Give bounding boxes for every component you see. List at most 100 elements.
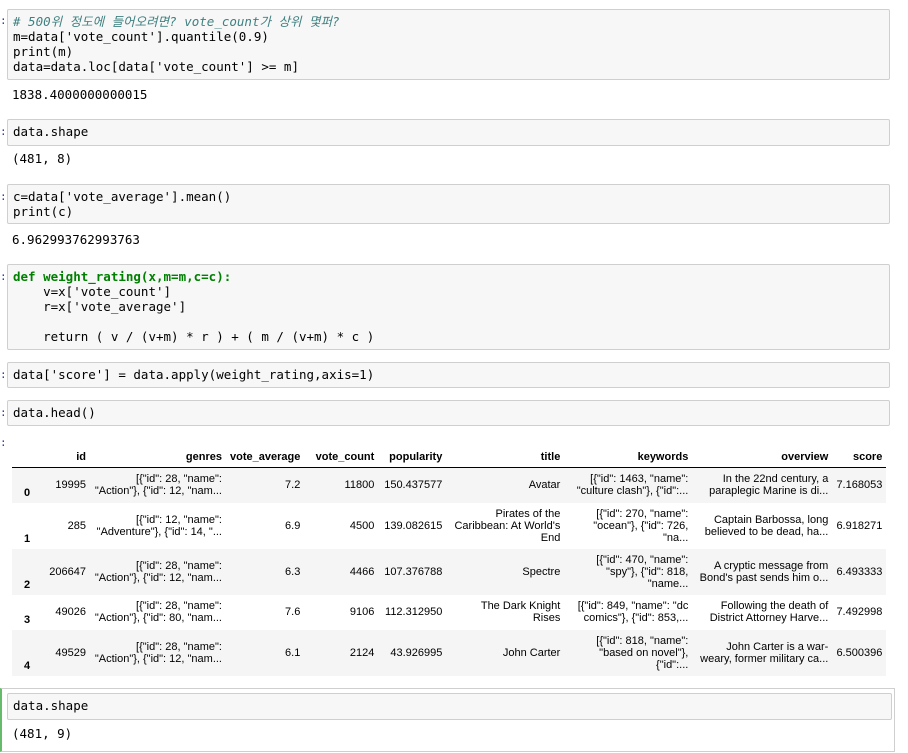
cell-vote-average: 7.6 bbox=[285, 606, 301, 618]
code-input[interactable]: # 500위 정도에 들어오려면? vote_count가 상위 몇퍼? m=d… bbox=[7, 9, 890, 80]
cell-title: Spectre bbox=[522, 565, 561, 578]
column-header-overview: overview bbox=[692, 441, 833, 468]
code-cell-shape-selected[interactable]: data.shape (481, 9) bbox=[0, 688, 895, 752]
cell-score: 6.918271 bbox=[836, 519, 883, 532]
cell-popularity: 139.082615 bbox=[384, 519, 443, 532]
cell-vote-count: 11800 bbox=[344, 479, 375, 492]
code-input[interactable]: data.head() bbox=[7, 400, 890, 426]
cell-genres: [{"id": 28, "name": "Action"}, {"id": 12… bbox=[94, 473, 222, 498]
cell-genres: [{"id": 28, "name": "Action"}, {"id": 12… bbox=[94, 559, 222, 584]
cell-popularity: 107.376788 bbox=[384, 565, 443, 578]
column-header-vote-count: vote_count bbox=[304, 441, 379, 468]
row-index: 2 bbox=[23, 578, 31, 591]
column-header-title: title bbox=[446, 441, 565, 468]
table-row: 0 19995 [{"id": 28, "name": "Action"}, {… bbox=[12, 467, 887, 503]
table-row: 4 49529 [{"id": 28, "name": "Action"}, {… bbox=[12, 629, 887, 676]
cell-score: 7.168053 bbox=[836, 479, 883, 492]
cell-id: 19995 bbox=[55, 479, 86, 492]
cell-vote-average: 6.3 bbox=[285, 565, 301, 578]
cell-vote-average: 7.2 bbox=[285, 479, 301, 492]
cell-vote-count: 4500 bbox=[349, 519, 375, 532]
cell-genres: [{"id": 28, "name": "Action"}, {"id": 12… bbox=[94, 640, 222, 665]
cell-keywords: [{"id": 470, "name": "spy"}, {"id": 818,… bbox=[596, 553, 689, 590]
cell-prompt-marker: : bbox=[0, 406, 7, 419]
table-row: 2 206647 [{"id": 28, "name": "Action"}, … bbox=[12, 548, 887, 595]
code-input[interactable]: def weight_rating(x,m=m,c=c): v=x['vote_… bbox=[7, 264, 890, 350]
code-line: print(m) bbox=[13, 44, 74, 59]
row-index: 0 bbox=[23, 486, 31, 499]
cell-overview: In the 22nd century, a paraplegic Marine… bbox=[709, 473, 829, 498]
cell-id: 49529 bbox=[55, 646, 86, 659]
dataframe-output: id genres vote_average vote_count popula… bbox=[12, 441, 887, 676]
cell-overview: A cryptic message from Bond's past sends… bbox=[699, 559, 829, 584]
row-index: 1 bbox=[23, 532, 31, 545]
code-line-def: def weight_rating(x,m=m,c=c): bbox=[13, 269, 232, 284]
cell-vote-average: 6.9 bbox=[285, 519, 301, 532]
cell-output: 6.962993762993763 bbox=[12, 232, 140, 247]
cell-popularity: 112.312950 bbox=[385, 606, 443, 618]
code-line: data['score'] = data.apply(weight_rating… bbox=[13, 367, 375, 382]
code-comment: # 500위 정도에 들어오려면? vote_count가 상위 몇퍼? bbox=[13, 14, 340, 29]
cell-prompt-marker: : bbox=[0, 190, 7, 203]
code-line: c=data['vote_average'].mean() bbox=[13, 189, 232, 204]
column-header-genres: genres bbox=[90, 441, 226, 468]
column-header-keywords: keywords bbox=[564, 441, 693, 468]
cell-title: Pirates of the Caribbean: At World's End bbox=[454, 507, 561, 544]
column-header-popularity: popularity bbox=[378, 441, 447, 468]
code-line: data=data.loc[data['vote_count'] >= m] bbox=[13, 59, 299, 74]
cell-keywords: [{"id": 818, "name": "based on novel"}, … bbox=[596, 634, 689, 671]
cell-output: 1838.4000000000015 bbox=[12, 87, 148, 102]
code-input[interactable]: data.shape bbox=[7, 119, 890, 146]
column-header-score: score bbox=[832, 441, 887, 468]
cell-id: 49026 bbox=[55, 606, 86, 618]
cell-score: 6.500396 bbox=[836, 646, 883, 659]
cell-overview: John Carter is a war-weary, former milit… bbox=[700, 640, 829, 665]
cell-vote-count: 2124 bbox=[349, 646, 375, 659]
column-header-vote-average: vote_average bbox=[226, 441, 305, 468]
cell-id: 285 bbox=[67, 519, 86, 532]
cell-prompt-marker: : bbox=[0, 125, 7, 138]
code-input[interactable]: data.shape bbox=[7, 693, 892, 720]
cell-title: Avatar bbox=[528, 479, 561, 492]
cell-prompt-marker: : bbox=[0, 436, 7, 449]
table-row: 1 285 [{"id": 12, "name": "Adventure"}, … bbox=[12, 503, 886, 549]
code-line: data.shape bbox=[13, 698, 89, 713]
cell-vote-average: 6.1 bbox=[285, 646, 301, 659]
cell-id: 206647 bbox=[49, 565, 86, 578]
cell-keywords: [{"id": 270, "name": "ocean"}, {"id": 72… bbox=[593, 507, 689, 544]
column-header-id: id bbox=[42, 441, 90, 468]
cell-output: (481, 8) bbox=[12, 151, 73, 166]
code-line: r=x['vote_average'] bbox=[13, 299, 187, 314]
cell-overview: Captain Barbossa, long believed to be de… bbox=[704, 513, 829, 538]
cell-prompt-marker: : bbox=[0, 270, 7, 283]
code-line: print(c) bbox=[13, 204, 74, 219]
column-header-index bbox=[12, 441, 42, 468]
code-line: data.head() bbox=[13, 405, 96, 420]
cell-score: 7.492998 bbox=[836, 606, 883, 618]
cell-overview: Following the death of District Attorney… bbox=[709, 600, 829, 624]
cell-popularity: 150.437577 bbox=[384, 479, 443, 492]
cell-prompt-marker: : bbox=[0, 368, 7, 381]
cell-vote-count: 9106 bbox=[349, 606, 375, 618]
cell-score: 6.493333 bbox=[836, 565, 883, 578]
code-input[interactable]: c=data['vote_average'].mean() print(c) bbox=[7, 184, 890, 224]
code-line: data.shape bbox=[13, 124, 89, 139]
cell-prompt-marker: : bbox=[0, 14, 7, 27]
cell-output: (481, 9) bbox=[12, 726, 73, 741]
code-line-return: return ( v / (v+m) * r ) + ( m / (v+m) *… bbox=[13, 329, 375, 344]
cell-popularity: 43.926995 bbox=[390, 646, 443, 659]
cell-title: The Dark Knight Rises bbox=[480, 600, 561, 624]
code-input[interactable]: data['score'] = data.apply(weight_rating… bbox=[7, 362, 890, 388]
cell-vote-count: 4466 bbox=[349, 565, 375, 578]
cell-title: John Carter bbox=[502, 646, 561, 659]
cell-keywords: [{"id": 849, "name": "dc comics"}, {"id"… bbox=[577, 600, 689, 624]
code-line: m=data['vote_count'].quantile(0.9) bbox=[13, 29, 269, 44]
code-line: v=x['vote_count'] bbox=[13, 284, 172, 299]
cell-genres: [{"id": 12, "name": "Adventure"}, {"id":… bbox=[96, 513, 222, 538]
cell-keywords: [{"id": 1463, "name": "culture clash"}, … bbox=[576, 473, 689, 498]
cell-genres: [{"id": 28, "name": "Action"}, {"id": 80… bbox=[94, 600, 222, 624]
row-index: 3 bbox=[23, 613, 31, 626]
table-row: 3 49026 [{"id": 28, "name": "Action"}, {… bbox=[12, 595, 886, 630]
table-header-row: id genres vote_average vote_count popula… bbox=[12, 441, 887, 468]
row-index: 4 bbox=[23, 659, 31, 672]
